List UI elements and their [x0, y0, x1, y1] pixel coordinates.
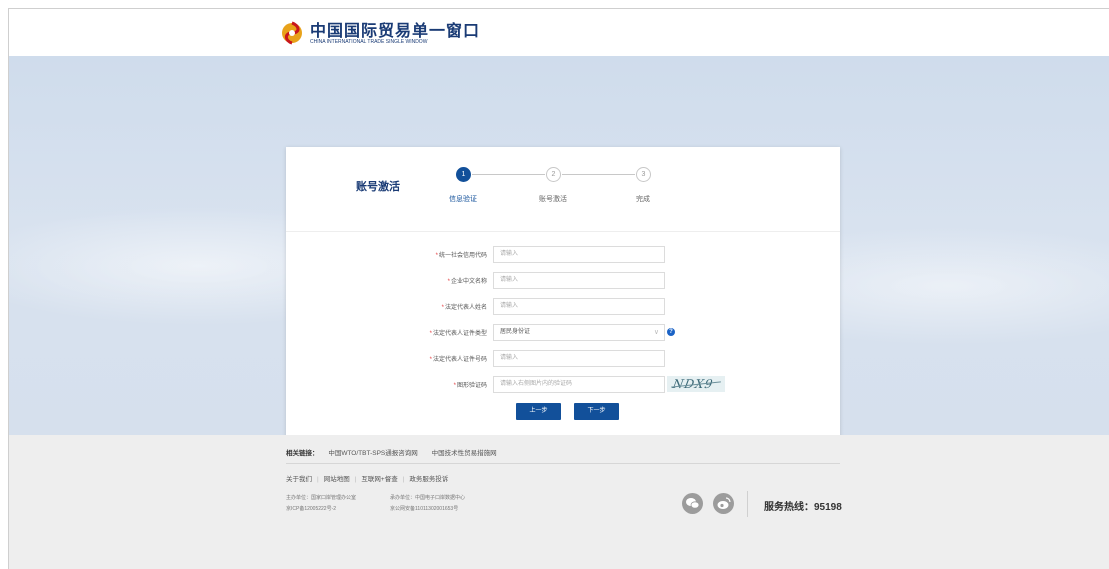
- step-3-label: 完成: [636, 196, 650, 203]
- step-1-indicator: 1: [456, 167, 471, 182]
- captcha-label: *图形验证码: [453, 383, 487, 389]
- company-name-label: *企业中文名称: [447, 279, 487, 285]
- required-mark: *: [429, 357, 432, 363]
- service-hotline: 服务热线：95198: [764, 502, 842, 513]
- site-title-cn[interactable]: 中国国际贸易单一窗口: [310, 17, 480, 41]
- company-name-input[interactable]: 请输入: [493, 272, 665, 289]
- site-footer: 相关链接： 中国WTO/TBT-SPS通报咨询网 中国技术性贸易措施网 关于我们…: [9, 435, 1109, 569]
- nav-separator: |: [354, 476, 357, 483]
- footer-link-supervision[interactable]: 互联网+督查: [361, 476, 397, 483]
- form-row-captcha: *图形验证码 请输入右侧图片内的验证码 NDX9: [286, 376, 840, 393]
- related-links-title: 相关链接：: [286, 450, 319, 457]
- single-window-logo-icon[interactable]: [279, 19, 305, 45]
- id-type-select[interactable]: 居民身份证 ∨: [493, 324, 665, 341]
- nav-separator: |: [317, 476, 319, 483]
- step-1-label: 信息验证: [449, 196, 477, 203]
- nav-separator: |: [402, 476, 405, 483]
- help-circle-icon[interactable]: ?: [667, 328, 675, 336]
- captcha-input[interactable]: 请输入右侧图片内的验证码: [493, 376, 665, 393]
- footer-info-col2: 承办单位：中国电子口岸数据中心 京公网安备11011302001653号: [390, 493, 530, 515]
- credit-code-input[interactable]: 请输入: [493, 246, 665, 263]
- site-title-en: CHINA INTERNATIONAL TRADE SINGLE WINDOW: [310, 39, 428, 45]
- id-number-label: *法定代表人证件号码: [429, 357, 487, 363]
- id-type-value: 居民身份证: [500, 329, 531, 335]
- required-mark: *: [429, 331, 432, 337]
- hero-background: 账号激活 1 2 3 信息验证 账号激活 完成 *统一社会信用代码 请输入 *企…: [9, 56, 1109, 435]
- step-3-indicator: 3: [636, 167, 651, 182]
- legal-rep-name-input[interactable]: 请输入: [493, 298, 665, 315]
- police-record-text[interactable]: 京公网安备11011302001653号: [390, 504, 530, 515]
- step-connector: [472, 174, 545, 175]
- chevron-down-icon: ∨: [653, 329, 659, 336]
- required-mark: *: [447, 279, 450, 285]
- related-link-wto[interactable]: 中国WTO/TBT-SPS通报咨询网: [328, 450, 417, 457]
- footer-nav: 关于我们 | 网站地图 | 互联网+督查 | 政务服务投诉: [286, 473, 448, 483]
- prev-step-button[interactable]: 上一步: [516, 403, 561, 420]
- step-2-indicator: 2: [546, 167, 561, 182]
- footer-link-sitemap[interactable]: 网站地图: [324, 476, 350, 483]
- step-2-label: 账号激活: [539, 196, 567, 203]
- required-mark: *: [441, 305, 444, 311]
- site-header: 中国国际贸易单一窗口 CHINA INTERNATIONAL TRADE SIN…: [9, 9, 1109, 57]
- required-mark: *: [435, 253, 438, 259]
- step-connector: [562, 174, 635, 175]
- page-title: 账号激活: [356, 181, 400, 193]
- page-frame: 中国国际贸易单一窗口 CHINA INTERNATIONAL TRADE SIN…: [8, 8, 1109, 569]
- form-row-company-name: *企业中文名称 请输入: [286, 272, 840, 289]
- related-links: 相关链接： 中国WTO/TBT-SPS通报咨询网 中国技术性贸易措施网: [286, 447, 509, 457]
- credit-code-label: *统一社会信用代码: [435, 253, 487, 259]
- wechat-icon[interactable]: [682, 493, 703, 514]
- captcha-image[interactable]: NDX9: [667, 376, 725, 392]
- id-number-input[interactable]: 请输入: [493, 350, 665, 367]
- footer-link-complaint[interactable]: 政务服务投诉: [409, 476, 448, 483]
- related-link-tbt[interactable]: 中国技术性贸易措施网: [432, 450, 497, 457]
- icp-text[interactable]: 京ICP备12005222号-2: [286, 504, 356, 515]
- form-row-id-type: *法定代表人证件类型 居民身份证 ∨ ?: [286, 324, 840, 341]
- id-type-label: *法定代表人证件类型: [429, 331, 487, 337]
- footer-info: 主办单位：国家口岸管理办公室 京ICP备12005222号-2 承办单位：中国电…: [286, 493, 465, 515]
- legal-rep-name-label: *法定代表人姓名: [441, 305, 487, 311]
- required-mark: *: [453, 383, 456, 389]
- weibo-icon[interactable]: [713, 493, 734, 514]
- form-row-credit-code: *统一社会信用代码 请输入: [286, 246, 840, 263]
- progress-steps: 1 2 3 信息验证 账号激活 完成: [449, 167, 676, 207]
- next-step-button[interactable]: 下一步: [574, 403, 619, 420]
- footer-divider: [286, 463, 840, 464]
- sponsor-text: 主办单位：国家口岸管理办公室: [286, 495, 357, 501]
- organizer-text: 承办单位：中国电子口岸数据中心: [390, 495, 466, 501]
- footer-vertical-divider: [747, 491, 748, 517]
- form-row-legal-rep-name: *法定代表人姓名 请输入: [286, 298, 840, 315]
- footer-link-about[interactable]: 关于我们: [286, 476, 312, 483]
- card-divider: [286, 231, 840, 232]
- activation-card: 账号激活 1 2 3 信息验证 账号激活 完成 *统一社会信用代码 请输入 *企…: [286, 147, 840, 435]
- form-row-id-number: *法定代表人证件号码 请输入: [286, 350, 840, 367]
